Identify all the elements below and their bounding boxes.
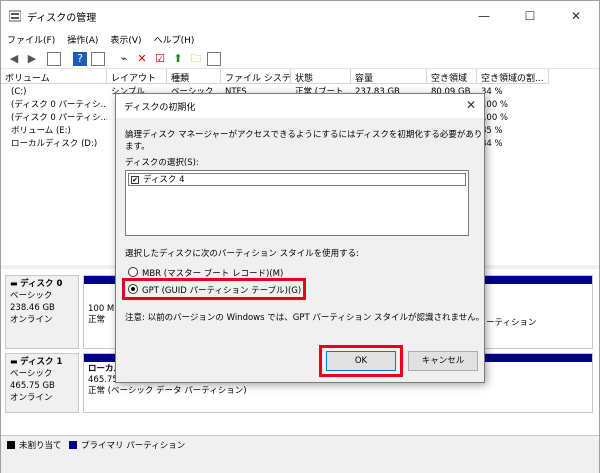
disk1-name: ディスク 1 [20,357,63,367]
volume-cell: (ディスク 0 パーティシ... [11,100,107,110]
column-volume[interactable]: ボリューム [1,69,107,84]
legend-unallocated: 未割り当て [19,441,62,451]
list-view-icon[interactable] [207,52,221,66]
disk0-part-right-text: ーティション [486,318,537,328]
column-capacity[interactable]: 容量 [351,69,427,84]
legend: 未割り当て プライマリ パーティション [1,435,599,453]
free-pct-cell: 84 % [481,139,503,149]
disk-select-label: ディスクの選択(S): [125,158,199,168]
console-tree-icon[interactable] [47,52,61,66]
partition-style-label: 選択したディスクに次のパーティション スタイルを使用する: [125,249,359,259]
free-pct-cell: 85 % [481,126,503,136]
ok-button[interactable]: OK [326,351,396,371]
menu-file[interactable]: ファイル(F) [1,31,61,48]
check-icon[interactable]: ☑ [153,52,167,66]
window-title: ディスクの管理 [27,13,97,24]
menu-bar: ファイル(F) 操作(A) 表示(V) ヘルプ(H) [1,31,599,49]
disk0-partition-right[interactable]: ーティション [481,275,593,349]
legend-primary: プライマリ パーティション [81,441,186,451]
mbr-radio[interactable] [128,267,138,277]
disk0-type: ベーシック [10,291,53,301]
volume-cell: (C:) [11,87,27,97]
column-type[interactable]: 種類 [167,69,221,84]
title-bar: ディスクの管理 — ☐ ✕ [1,1,599,31]
disk1-status: オンライン [10,393,53,403]
column-filesystem[interactable]: ファイル システム [221,69,291,84]
dialog-title-bar: ディスクの初期化 ✕ [116,94,484,118]
menu-action[interactable]: 操作(A) [61,31,104,48]
delete-icon[interactable]: ✕ [135,52,149,66]
search-folder-icon[interactable]: 🗀 [189,52,203,66]
forward-arrow-icon[interactable]: ▶ [25,52,39,66]
partition-bar [482,276,592,284]
disk-select-list[interactable]: ✔ ディスク 4 [125,170,469,236]
disk-item-label: ディスク 4 [143,175,185,185]
cancel-button[interactable]: キャンセル [408,351,478,371]
disk0-label[interactable]: ▬ ディスク 0 ベーシック 238.46 GB オンライン [5,275,79,349]
gpt-radio[interactable] [128,284,138,294]
up-arrow-icon[interactable]: ⬆ [171,52,185,66]
disk-management-icon [9,10,21,22]
status-bar [1,453,599,473]
volume-cell: ボリューム (E:) [11,126,71,136]
primary-swatch [69,441,77,449]
dialog-note: 注意: 以前のバージョンの Windows では、GPT パーティション スタイ… [125,313,485,323]
disk0-status: オンライン [10,315,53,325]
unallocated-swatch [7,441,15,449]
volume-cell: ローカルディスク (D:) [11,139,98,149]
disk-icon: ▬ [10,357,21,366]
disk1-part-status: 正常 (ベーシック データ パーティション) [88,386,247,396]
disk1-label[interactable]: ▬ ディスク 1 ベーシック 465.75 GB オンライン [5,353,79,413]
properties-icon[interactable] [91,52,105,66]
list-item[interactable]: ✔ ディスク 4 [128,173,466,186]
column-status[interactable]: 状態 [291,69,351,84]
dialog-close-button[interactable]: ✕ [466,98,476,112]
gpt-label[interactable]: GPT (GUID パーティション テーブル)(G) [142,284,301,296]
menu-help[interactable]: ヘルプ(H) [148,31,201,48]
free-pct-cell: 100 % [481,100,509,110]
disk0-size: 238.46 GB [10,303,55,313]
disk-icon: ▬ [10,279,21,288]
column-layout[interactable]: レイアウト [107,69,167,84]
disk-checkbox[interactable]: ✔ [131,176,139,184]
help-icon[interactable]: ? [73,52,87,66]
volume-cell: (ディスク 0 パーティシ... [11,113,107,123]
dialog-title: ディスクの初期化 [124,103,196,113]
dialog-message: 論理ディスク マネージャーがアクセスできるようにするにはディスクを初期化する必要… [125,130,483,152]
menu-view[interactable]: 表示(V) [104,31,147,48]
column-free-pct[interactable]: 空き領域の割... [477,69,549,84]
close-button[interactable]: ✕ [553,1,599,31]
disk0-name: ディスク 0 [20,279,63,289]
disk1-size: 465.75 GB [10,381,55,391]
connect-icon[interactable]: ⌁ [117,52,131,66]
free-pct-cell: 100 % [481,113,509,123]
free-pct-cell: 34 % [481,87,503,97]
disk1-type: ベーシック [10,369,53,379]
initialize-disk-dialog: ディスクの初期化 ✕ 論理ディスク マネージャーがアクセスできるようにするにはデ… [115,93,485,383]
column-free[interactable]: 空き領域 [427,69,477,84]
back-arrow-icon[interactable]: ◀ [7,52,21,66]
maximize-button[interactable]: ☐ [507,1,553,31]
minimize-button[interactable]: — [461,1,507,31]
toolbar: ◀ ▶ ? ⌁ ✕ ☑ ⬆ 🗀 [1,49,599,69]
